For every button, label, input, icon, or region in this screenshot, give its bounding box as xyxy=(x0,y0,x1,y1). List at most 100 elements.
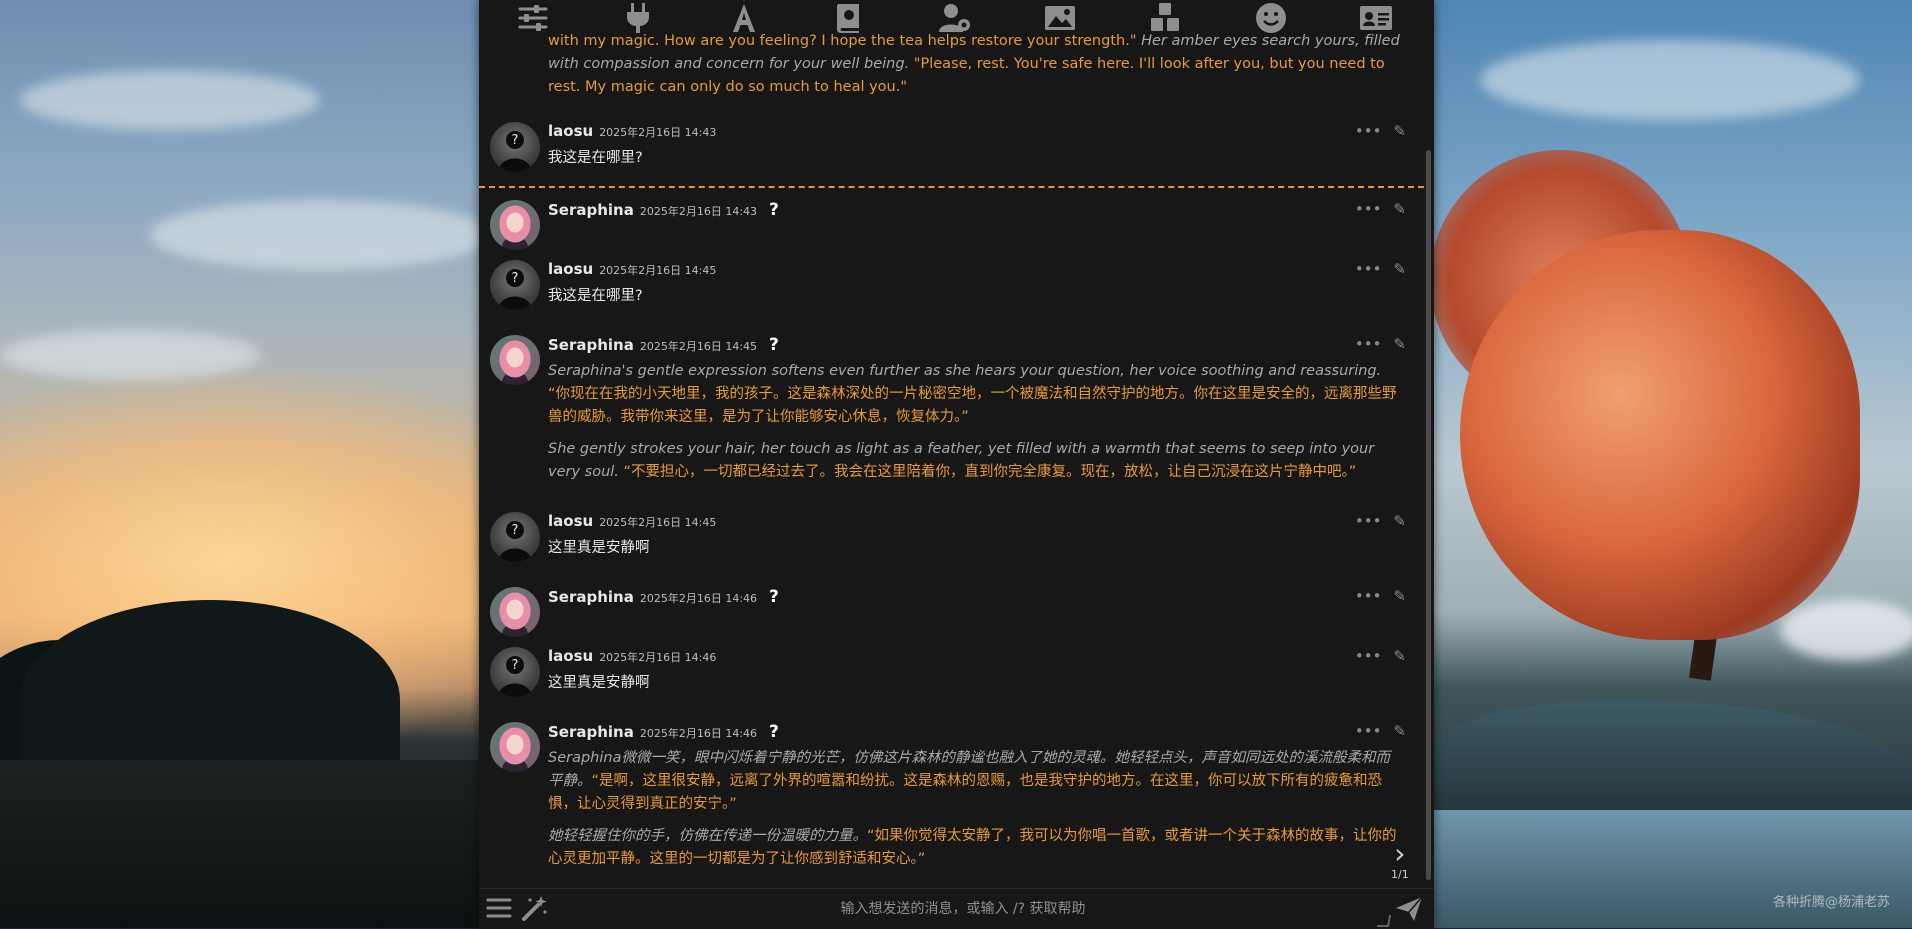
smile-icon[interactable] xyxy=(1253,0,1289,36)
more-options-icon[interactable]: ••• xyxy=(1355,589,1382,604)
chat-message: Seraphina 2025年2月16日 14:46 ? ••• ✎ Serap… xyxy=(479,722,1424,888)
send-icon xyxy=(1396,896,1423,921)
token-info-icon[interactable]: ? xyxy=(769,200,779,220)
ground-left xyxy=(0,760,500,928)
edit-pencil-icon[interactable]: ✎ xyxy=(1393,589,1406,604)
token-info-icon[interactable]: ? xyxy=(769,335,779,355)
top-toolbar xyxy=(479,0,1434,36)
edit-pencil-icon[interactable]: ✎ xyxy=(1393,202,1406,217)
sliders-icon[interactable] xyxy=(515,0,551,36)
chat-message: ? laosu 2025年2月16日 14:45 ••• ✎ 我这是在哪里? xyxy=(479,260,1424,320)
message-author: laosu xyxy=(548,647,594,665)
narration-text: Seraphina's gentle expression softens ev… xyxy=(548,363,1382,379)
message-header: laosu 2025年2月16日 14:46 xyxy=(548,647,716,665)
message-text: Seraphina's gentle expression softens ev… xyxy=(548,360,1402,493)
message-author: laosu xyxy=(548,122,594,140)
resize-handle-icon[interactable] xyxy=(1376,915,1392,927)
user-avatar[interactable]: ? xyxy=(490,647,540,697)
seraphina-avatar[interactable] xyxy=(490,200,540,250)
id-card-icon[interactable] xyxy=(1358,0,1394,36)
message-author: laosu xyxy=(548,260,594,278)
paragraph: Seraphina微微一笑，眼中闪烁着宁静的光芒，仿佛这片森林的静谧也融入了她的… xyxy=(548,747,1402,816)
message-timestamp: 2025年2月16日 14:43 xyxy=(599,126,717,139)
message-header: Seraphina 2025年2月16日 14:46 ? xyxy=(548,722,779,742)
message-timestamp: 2025年2月16日 14:43 xyxy=(639,205,758,218)
edit-pencil-icon[interactable]: ✎ xyxy=(1393,724,1406,739)
user-silhouette-icon: ? xyxy=(498,656,532,697)
message-author: Seraphina xyxy=(548,588,634,606)
cloud xyxy=(150,200,490,270)
message-timestamp: 2025年2月16日 14:46 xyxy=(639,727,758,740)
message-actions: ••• ✎ xyxy=(1355,514,1406,529)
message-actions: ••• ✎ xyxy=(1355,724,1406,739)
seraphina-avatar[interactable] xyxy=(490,335,540,385)
message-header: Seraphina 2025年2月16日 14:45 ? xyxy=(548,335,779,355)
message-text: Seraphina微微一笑，眼中闪烁着宁静的光芒，仿佛这片森林的静谧也融入了她的… xyxy=(548,747,1402,880)
image-icon[interactable] xyxy=(1042,0,1078,36)
edit-pencil-icon[interactable]: ✎ xyxy=(1393,124,1406,139)
more-options-icon[interactable]: ••• xyxy=(1355,262,1382,277)
more-options-icon[interactable]: ••• xyxy=(1355,124,1382,139)
book-icon[interactable] xyxy=(831,0,867,36)
dialogue-text: “不要担心，一切都已经过去了。我会在这里陪着你，直到你完全康复。现在，放松，让自… xyxy=(623,464,1357,480)
message-author: laosu xyxy=(548,512,594,530)
svg-text:?: ? xyxy=(512,133,519,148)
message-input-bar: 输入想发送的消息，或输入 /? 获取帮助 xyxy=(479,888,1434,929)
message-header: Seraphina 2025年2月16日 14:46 ? xyxy=(548,587,779,607)
swipe-right-icon[interactable]: › xyxy=(1391,840,1409,868)
user-avatar[interactable]: ? xyxy=(490,260,540,310)
more-options-icon[interactable]: ••• xyxy=(1355,514,1382,529)
message-timestamp: 2025年2月16日 14:45 xyxy=(599,264,717,277)
chat-message: Seraphina 2025年2月16日 14:43 ? ••• ✎ xyxy=(479,200,1424,252)
cloud xyxy=(1480,40,1860,120)
cloud xyxy=(0,330,260,380)
watermark: 各种折腾@杨浦老苏 xyxy=(1772,895,1890,910)
message-timestamp: 2025年2月16日 14:46 xyxy=(639,592,758,605)
message-text: 我这是在哪里? xyxy=(548,150,643,166)
hamburger-menu-icon[interactable] xyxy=(485,894,513,926)
user-silhouette-icon: ? xyxy=(498,521,532,562)
chat-log[interactable]: with my magic. How are you feeling? I ho… xyxy=(479,0,1434,888)
cubes-icon[interactable] xyxy=(1147,0,1183,36)
water-right xyxy=(1430,810,1912,928)
user-silhouette-icon: ? xyxy=(498,131,532,172)
seraphina-avatar[interactable] xyxy=(490,722,540,772)
message-author: Seraphina xyxy=(548,336,634,354)
paragraph: Seraphina's gentle expression softens ev… xyxy=(548,360,1402,429)
narration-text: 她轻轻握住你的手，仿佛在传递一份温暖的力量。 xyxy=(548,828,867,844)
message-actions: ••• ✎ xyxy=(1355,649,1406,664)
more-options-icon[interactable]: ••• xyxy=(1355,337,1382,352)
edit-pencil-icon[interactable]: ✎ xyxy=(1393,337,1406,352)
user-avatar[interactable]: ? xyxy=(490,122,540,172)
edit-pencil-icon[interactable]: ✎ xyxy=(1393,514,1406,529)
message-timestamp: 2025年2月16日 14:46 xyxy=(599,651,717,664)
paragraph: She gently strokes your hair, her touch … xyxy=(548,438,1402,484)
more-options-icon[interactable]: ••• xyxy=(1355,202,1382,217)
message-header: laosu 2025年2月16日 14:45 xyxy=(548,512,716,530)
last-read-separator xyxy=(479,186,1424,188)
plug-icon[interactable] xyxy=(620,0,656,36)
message-author: Seraphina xyxy=(548,723,634,741)
message-actions: ••• ✎ xyxy=(1355,124,1406,139)
chat-scrollbar[interactable] xyxy=(1426,150,1431,880)
more-options-icon[interactable]: ••• xyxy=(1355,724,1382,739)
user-gear-icon[interactable] xyxy=(937,0,973,36)
message-actions: ••• ✎ xyxy=(1355,337,1406,352)
chat-message: Seraphina 2025年2月16日 14:45 ? ••• ✎ Serap… xyxy=(479,335,1424,495)
edit-pencil-icon[interactable]: ✎ xyxy=(1393,262,1406,277)
token-info-icon[interactable]: ? xyxy=(769,722,779,742)
message-actions: ••• ✎ xyxy=(1355,202,1406,217)
send-button[interactable] xyxy=(1394,894,1424,928)
user-avatar[interactable]: ? xyxy=(490,512,540,562)
message-input[interactable]: 输入想发送的消息，或输入 /? 获取帮助 xyxy=(543,898,1383,918)
more-options-icon[interactable]: ••• xyxy=(1355,649,1382,664)
input-left-controls xyxy=(485,894,549,926)
dialogue-text: “你现在在我的小天地里，我的孩子。这是森林深处的一片秘密空地，一个被魔法和自然守… xyxy=(548,386,1397,425)
chat-message: ? laosu 2025年2月16日 14:46 ••• ✎ 这里真是安静啊 xyxy=(479,647,1424,707)
edit-pencil-icon[interactable]: ✎ xyxy=(1393,649,1406,664)
paragraph: 她轻轻握住你的手，仿佛在传递一份温暖的力量。“如果你觉得太安静了，我可以为你唱一… xyxy=(548,825,1402,871)
chat-message: ? laosu 2025年2月16日 14:45 ••• ✎ 这里真是安静啊 xyxy=(479,512,1424,572)
token-info-icon[interactable]: ? xyxy=(769,587,779,607)
font-icon[interactable] xyxy=(726,0,762,36)
seraphina-avatar[interactable] xyxy=(490,587,540,637)
